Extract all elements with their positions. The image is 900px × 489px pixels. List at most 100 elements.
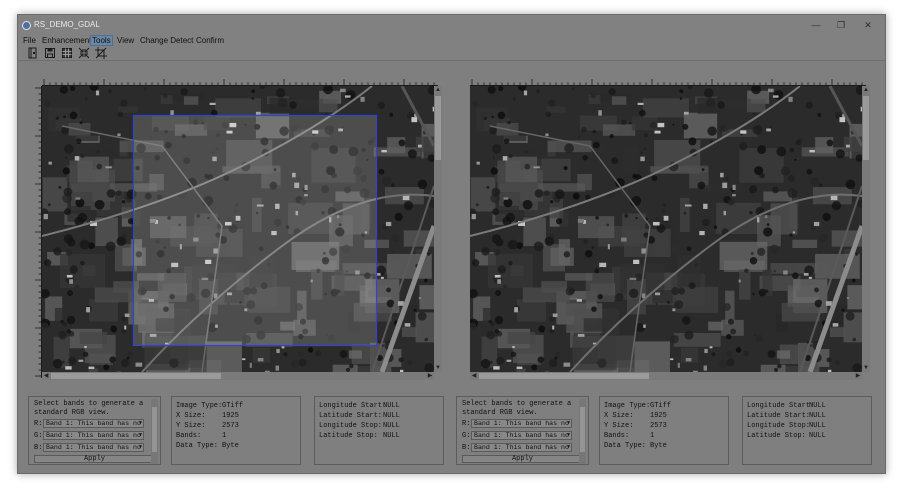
band-panel-scroll-thumb[interactable]	[580, 407, 585, 452]
latitude-start-label: Latitude Start:	[319, 412, 383, 420]
menu-tools[interactable]: Tools	[90, 35, 113, 46]
left-vertical-scrollbar[interactable]: ▲ ▼	[434, 86, 442, 372]
selection-overlay[interactable]	[133, 115, 377, 346]
longitude-stop-value: NULL	[383, 422, 400, 430]
right-horizontal-scrollbar[interactable]: ◀ ▶	[470, 372, 862, 380]
scroll-up-arrow-icon[interactable]: ▲	[862, 86, 870, 94]
blue-band-select[interactable]: Band 1: This band has no ▼	[43, 443, 144, 452]
open-file-icon[interactable]	[27, 47, 39, 59]
chevron-down-icon: ▼	[566, 444, 570, 450]
scroll-right-arrow-icon[interactable]: ▶	[426, 372, 434, 380]
latitude-start-value: NULL	[383, 412, 400, 420]
save-icon[interactable]	[44, 47, 56, 59]
scroll-down-arrow-icon[interactable]: ▼	[434, 364, 442, 372]
data-type-value: Byte	[650, 442, 667, 450]
band-panel-scrollbar[interactable]	[579, 399, 586, 464]
y-size-label: Y Size:	[604, 422, 634, 430]
maximize-button[interactable]: ❐	[830, 18, 852, 32]
longitude-start-label: Longitude Start:	[319, 402, 387, 410]
title-bar[interactable]: RS_DEMO_GDAL — ❐ ✕	[18, 15, 885, 35]
band-panel-scrollbar[interactable]	[151, 399, 158, 464]
band-instructions: Select bands to generate a standard RGB …	[34, 400, 144, 417]
right-image-viewport[interactable]	[470, 86, 862, 372]
close-button[interactable]: ✕	[857, 18, 879, 32]
crop-icon[interactable]	[95, 47, 107, 59]
y-size-label: Y Size:	[176, 422, 206, 430]
x-size-label: X Size:	[176, 412, 206, 420]
window-title: RS_DEMO_GDAL	[34, 20, 100, 29]
menu-enhancement[interactable]: Enhancement	[41, 35, 92, 46]
blue-band-value: Band 1: This band has no	[46, 444, 141, 451]
band-panel-scroll-thumb[interactable]	[152, 407, 157, 452]
left-horizontal-ruler	[42, 79, 438, 86]
longitude-start-value: NULL	[809, 402, 826, 410]
red-band-label: R:	[34, 420, 43, 428]
left-vscroll-thumb[interactable]	[435, 96, 441, 160]
y-size-value: 2573	[222, 422, 239, 430]
right-satellite-image[interactable]	[470, 86, 862, 372]
left-vertical-ruler	[35, 86, 42, 378]
red-band-select[interactable]: Band 1: This band has no ▼	[471, 419, 572, 428]
latitude-stop-value: NULL	[383, 432, 400, 440]
right-geo-info-panel: Longitude Start: NULL Latitude Start: NU…	[742, 396, 872, 465]
data-type-value: Byte	[222, 442, 239, 450]
bands-value: 1	[650, 432, 655, 440]
longitude-stop-label: Longitude Stop:	[747, 422, 811, 430]
left-image-viewport[interactable]	[42, 86, 434, 372]
left-hscroll-thumb[interactable]	[51, 373, 221, 379]
scroll-left-arrow-icon[interactable]: ◀	[42, 372, 50, 380]
scroll-left-arrow-icon[interactable]: ◀	[470, 372, 478, 380]
left-satellite-image[interactable]	[42, 86, 434, 372]
image-type-value: GTiff	[650, 402, 672, 410]
toolbar	[18, 46, 885, 60]
chevron-down-icon: ▼	[138, 420, 142, 426]
x-size-value: 1925	[650, 412, 667, 420]
red-band-value: Band 1: This band has no	[46, 420, 141, 427]
longitude-stop-label: Longitude Stop:	[319, 422, 383, 430]
right-image-info-panel: Image Type: GTiff X Size: 1925 Y Size: 2…	[599, 396, 729, 465]
data-type-label: Data Type:	[176, 442, 219, 450]
x-size-value: 1925	[222, 412, 239, 420]
minimize-button[interactable]: —	[805, 18, 827, 32]
chevron-down-icon: ▼	[566, 432, 570, 438]
grid-icon[interactable]	[61, 47, 73, 59]
right-band-selector-panel: Select bands to generate a standard RGB …	[456, 396, 589, 465]
bands-value: 1	[222, 432, 227, 440]
data-type-label: Data Type:	[604, 442, 647, 450]
blue-band-label: B:	[462, 444, 471, 452]
latitude-start-label: Latitude Start:	[747, 412, 811, 420]
menu-file[interactable]: File	[22, 35, 37, 46]
blue-band-select[interactable]: Band 1: This band has no ▼	[471, 443, 572, 452]
scroll-right-arrow-icon[interactable]: ▶	[854, 372, 862, 380]
image-type-label: Image Type:	[176, 402, 223, 410]
image-type-value: GTiff	[222, 402, 244, 410]
red-band-label: R:	[462, 420, 471, 428]
right-vscroll-thumb[interactable]	[863, 96, 869, 160]
bands-label: Bands:	[176, 432, 202, 440]
app-logo-icon	[22, 21, 31, 30]
right-horizontal-ruler	[470, 79, 866, 86]
latitude-start-value: NULL	[809, 412, 826, 420]
green-band-select[interactable]: Band 1: This band has no ▼	[43, 431, 144, 440]
blue-band-label: B:	[34, 444, 43, 452]
right-hscroll-thumb[interactable]	[479, 373, 649, 379]
scroll-down-arrow-icon[interactable]: ▼	[862, 364, 870, 372]
red-band-select[interactable]: Band 1: This band has no ▼	[43, 419, 144, 428]
shrink-icon[interactable]	[78, 47, 90, 59]
menu-confirm[interactable]: Confirm	[195, 35, 225, 46]
menu-change-detect[interactable]: Change Detect	[139, 35, 194, 46]
band-instructions: Select bands to generate a standard RGB …	[462, 400, 572, 417]
latitude-stop-label: Latitude Stop:	[319, 432, 378, 440]
apply-button[interactable]: Apply	[34, 455, 155, 463]
left-horizontal-scrollbar[interactable]: ◀ ▶	[42, 372, 434, 380]
x-size-label: X Size:	[604, 412, 634, 420]
longitude-start-value: NULL	[383, 402, 400, 410]
menu-view[interactable]: View	[116, 35, 135, 46]
scroll-up-arrow-icon[interactable]: ▲	[434, 86, 442, 94]
longitude-stop-value: NULL	[809, 422, 826, 430]
left-geo-info-panel: Longitude Start: NULL Latitude Start: NU…	[314, 396, 444, 465]
apply-button[interactable]: Apply	[462, 455, 583, 463]
red-band-value: Band 1: This band has no	[474, 420, 569, 427]
right-vertical-scrollbar[interactable]: ▲ ▼	[862, 86, 870, 372]
green-band-select[interactable]: Band 1: This band has no ▼	[471, 431, 572, 440]
